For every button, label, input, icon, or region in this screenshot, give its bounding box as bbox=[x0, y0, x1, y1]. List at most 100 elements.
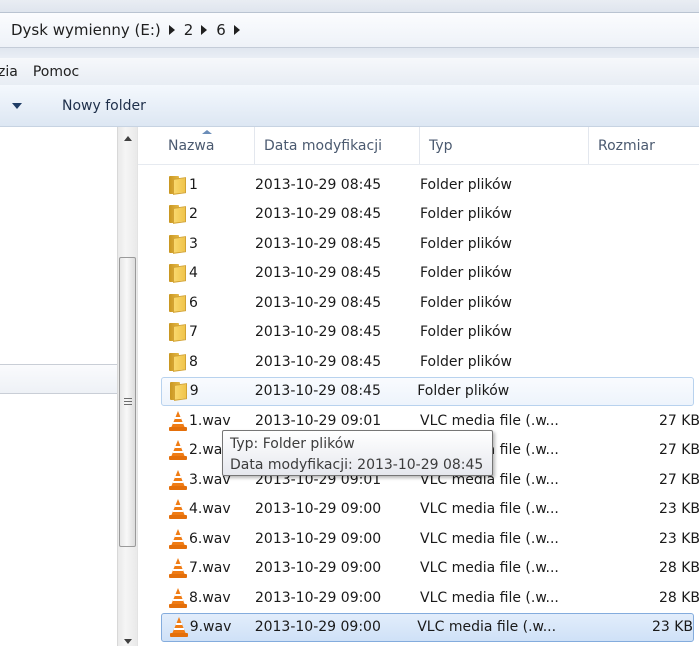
file-type: VLC media file (.w... bbox=[420, 501, 559, 518]
command-toolbar: Nowy folder bbox=[0, 85, 699, 127]
file-type: VLC media file (.w... bbox=[420, 589, 559, 606]
file-date: 2013-10-29 08:45 bbox=[255, 353, 382, 370]
file-date: 2013-10-29 08:45 bbox=[255, 176, 382, 193]
file-name: 9.wav bbox=[189, 619, 232, 636]
scroll-up-button[interactable] bbox=[118, 127, 137, 149]
folder-icon bbox=[169, 293, 189, 313]
file-name: 1 bbox=[189, 176, 198, 193]
file-name: 7 bbox=[189, 324, 198, 341]
folder-icon bbox=[170, 382, 190, 402]
table-row[interactable]: 4.wav 2013-10-29 09:00 VLC media file (.w.… bbox=[138, 495, 699, 525]
column-header-type[interactable]: Typ bbox=[420, 127, 589, 164]
address-bar[interactable]: Dysk wymienny (E:) 2 6 bbox=[0, 12, 699, 48]
nav-pane-scrollbar[interactable] bbox=[117, 127, 137, 646]
file-date: 2013-10-29 08:45 bbox=[254, 383, 381, 400]
column-header-name-label: Nazwa bbox=[168, 138, 215, 154]
file-name: 8 bbox=[189, 353, 198, 370]
file-date: 2013-10-29 08:45 bbox=[255, 265, 382, 282]
file-size: 27 KB bbox=[658, 442, 699, 459]
scroll-down-icon bbox=[123, 639, 132, 644]
file-date: 2013-10-29 08:45 bbox=[255, 206, 382, 223]
file-size: 27 KB bbox=[658, 412, 699, 429]
folder-icon bbox=[169, 175, 189, 195]
table-row[interactable]: 7.wav 2013-10-29 09:00 VLC media file (.w.… bbox=[138, 554, 699, 584]
vlc-cone-icon bbox=[169, 558, 189, 579]
breadcrumb-folder-6[interactable]: 6 bbox=[216, 21, 226, 39]
chevron-right-icon[interactable] bbox=[233, 25, 240, 35]
file-type: Folder plików bbox=[420, 235, 513, 252]
file-type: VLC media file (.w... bbox=[420, 412, 559, 429]
file-size: 27 KB bbox=[658, 471, 699, 488]
scroll-grip-icon bbox=[124, 398, 132, 407]
column-header-name[interactable]: Nazwa bbox=[138, 127, 255, 164]
table-row[interactable]: 6 2013-10-29 08:45 Folder plików bbox=[138, 288, 699, 318]
table-row[interactable]: 8.wav 2013-10-29 09:00 VLC media file (.w.… bbox=[138, 583, 699, 613]
scroll-thumb[interactable] bbox=[119, 257, 136, 547]
explorer-window: Dysk wymienny (E:) 2 6 zia Pomoc Nowy fo… bbox=[0, 0, 699, 646]
file-type: Folder plików bbox=[417, 383, 510, 400]
column-header-size[interactable]: Rozmiar bbox=[589, 127, 699, 164]
chevron-right-icon[interactable] bbox=[201, 25, 208, 35]
file-name: 2 bbox=[189, 206, 198, 223]
sort-ascending-icon bbox=[202, 130, 212, 134]
file-name: 4 bbox=[189, 265, 198, 282]
table-row[interactable]: 1 2013-10-29 08:45 Folder plików bbox=[138, 170, 699, 200]
scroll-down-button[interactable] bbox=[118, 634, 137, 646]
file-type: Folder plików bbox=[420, 294, 513, 311]
table-row[interactable]: 6.wav 2013-10-29 09:00 VLC media file (.w.… bbox=[138, 524, 699, 554]
file-type: Folder plików bbox=[420, 206, 513, 223]
tooltip-type: Typ: Folder plików bbox=[230, 436, 355, 452]
table-row[interactable]: 2 2013-10-29 08:45 Folder plików bbox=[138, 200, 699, 230]
folder-icon bbox=[169, 234, 189, 254]
window-top-edge bbox=[0, 0, 699, 12]
file-size: 23 KB bbox=[658, 530, 699, 547]
file-type: Folder plików bbox=[420, 353, 513, 370]
vlc-cone-icon bbox=[170, 617, 190, 638]
menu-bar: zia Pomoc bbox=[0, 58, 699, 85]
folder-icon bbox=[169, 205, 189, 225]
file-type: VLC media file (.w... bbox=[420, 560, 559, 577]
file-type: Folder plików bbox=[420, 324, 513, 341]
file-type: VLC media file (.w... bbox=[417, 619, 557, 636]
table-row[interactable]: 9.wav 2013-10-29 09:00 VLC media file (.w.… bbox=[161, 612, 694, 642]
file-size: 28 KB bbox=[658, 589, 699, 606]
nav-selected-item[interactable] bbox=[0, 364, 117, 394]
file-date: 2013-10-29 09:00 bbox=[254, 619, 381, 636]
file-list[interactable]: Nazwa Data modyfikacji Typ Rozmiar 1 2013… bbox=[137, 127, 699, 646]
new-folder-button[interactable]: Nowy folder bbox=[62, 98, 146, 114]
table-row[interactable]: 9 2013-10-29 08:45 Folder plików bbox=[161, 376, 694, 406]
folder-icon bbox=[169, 352, 189, 372]
file-name: 7.wav bbox=[189, 560, 231, 577]
file-rows: 1 2013-10-29 08:45 Folder plików 2 2013-10-2… bbox=[138, 170, 699, 642]
file-name: 4.wav bbox=[189, 501, 231, 518]
table-row[interactable]: 7 2013-10-29 08:45 Folder plików bbox=[138, 318, 699, 348]
tooltip-date: Data modyfikacji: 2013-10-29 08:45 bbox=[230, 457, 484, 473]
navigation-pane[interactable] bbox=[0, 127, 117, 646]
table-row[interactable]: 3 2013-10-29 08:45 Folder plików bbox=[138, 229, 699, 259]
file-date: 2013-10-29 09:01 bbox=[255, 412, 382, 429]
vlc-cone-icon bbox=[169, 410, 189, 431]
table-row[interactable]: 8 2013-10-29 08:45 Folder plików bbox=[138, 347, 699, 377]
column-header-date[interactable]: Data modyfikacji bbox=[255, 127, 420, 164]
file-name: 6.wav bbox=[189, 530, 231, 547]
file-name: 3 bbox=[189, 235, 198, 252]
vlc-cone-icon bbox=[169, 528, 189, 549]
file-name: 6 bbox=[189, 294, 198, 311]
vlc-cone-icon bbox=[169, 499, 189, 520]
file-date: 2013-10-29 08:45 bbox=[255, 324, 382, 341]
vlc-cone-icon bbox=[169, 587, 189, 608]
table-row[interactable]: 4 2013-10-29 08:45 Folder plików bbox=[138, 259, 699, 289]
tooltip: Typ: Folder plików Data modyfikacji: 201… bbox=[222, 430, 493, 476]
menu-help[interactable]: Pomoc bbox=[25, 64, 86, 80]
chevron-right-icon[interactable] bbox=[168, 25, 175, 35]
menu-tools[interactable]: zia bbox=[0, 64, 25, 80]
organize-dropdown-arrow-icon[interactable] bbox=[12, 102, 22, 109]
vlc-cone-icon bbox=[169, 440, 189, 461]
vlc-cone-icon bbox=[169, 469, 189, 490]
breadcrumb-folder-2[interactable]: 2 bbox=[184, 21, 194, 39]
breadcrumb-drive[interactable]: Dysk wymienny (E:) bbox=[11, 21, 161, 39]
file-date: 2013-10-29 09:00 bbox=[255, 530, 382, 547]
address-bar-separator bbox=[0, 48, 699, 58]
file-date: 2013-10-29 09:00 bbox=[255, 560, 382, 577]
folder-icon bbox=[169, 323, 189, 343]
